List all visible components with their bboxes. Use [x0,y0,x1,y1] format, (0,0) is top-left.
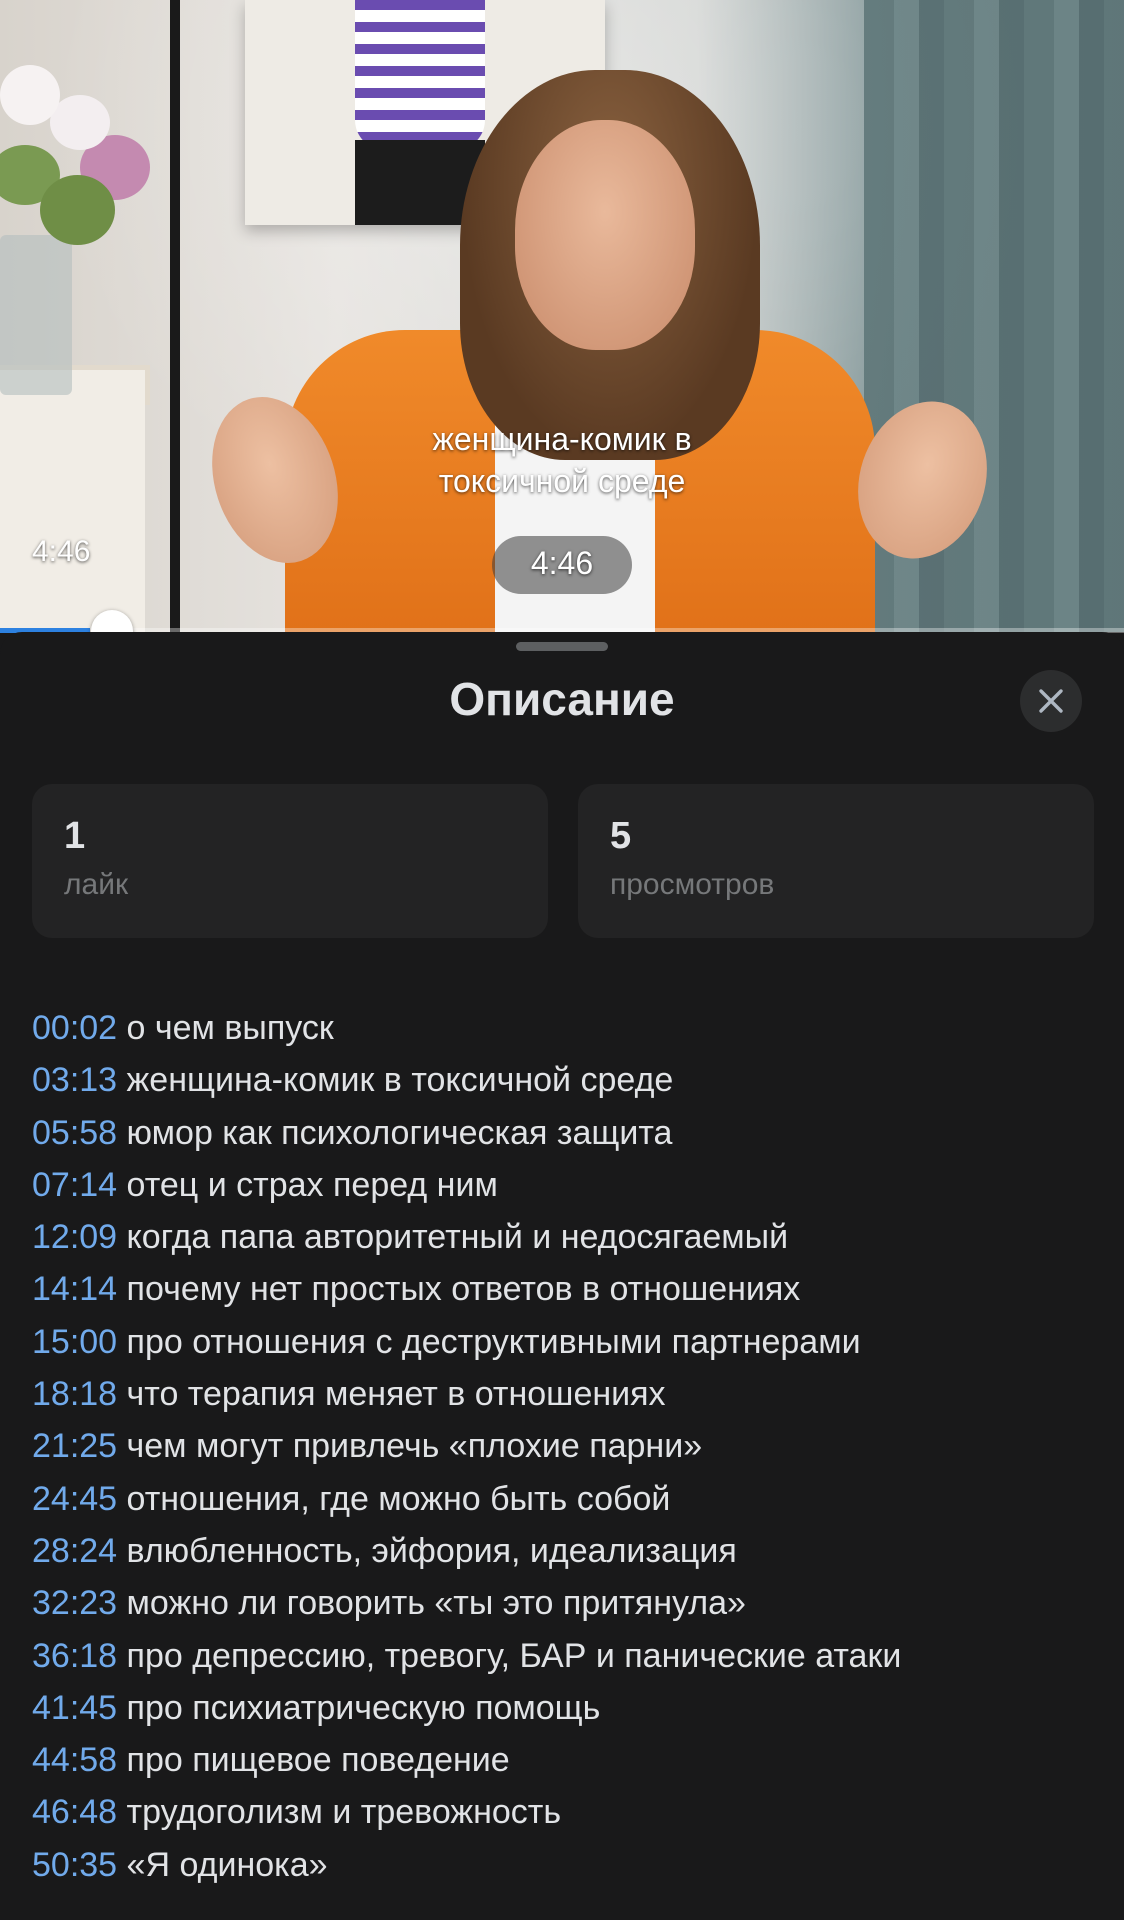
chapter-title: про психиатрическую помощь [126,1688,601,1727]
description-sheet: Описание 1 лайк 5 просмотров 00:02 о чем… [0,632,1124,1920]
chapter-overlay-line: токсичной среде [438,463,686,499]
views-count: 5 [610,815,632,857]
chapter-item: 03:13 женщина-комик в токсичной среде [32,1054,1102,1106]
chapter-item: 18:18 что терапия меняет в отношениях [32,1368,1102,1420]
chapter-title: отношения, где можно быть собой [126,1479,671,1518]
chapter-item: 24:45 отношения, где можно быть собой [32,1473,1102,1525]
chapter-item: 05:58 юмор как психологическая защита [32,1107,1102,1159]
chapter-timestamp-link[interactable]: 05:58 [32,1114,117,1152]
chapter-item: 21:25 чем могут привлечь «плохие парни» [32,1420,1102,1472]
chapter-item: 46:48 трудоголизм и тревожность [32,1786,1102,1838]
chapter-timestamp-link[interactable]: 50:35 [32,1846,117,1884]
chapter-timestamp-link[interactable]: 21:25 [32,1427,117,1465]
chapter-overlay-title: женщина-комик в токсичной среде [0,418,1124,502]
chapter-overlay-line: женщина-комик в [432,421,692,457]
chapter-item: 41:45 про психиатрическую помощь [32,1682,1102,1734]
video-vase [0,235,72,395]
chapter-title: что терапия меняет в отношениях [126,1375,666,1414]
chapter-item: 07:14 отец и страх перед ним [32,1159,1102,1211]
chapters-list: 00:02 о чем выпуск 03:13 женщина-комик в… [32,1002,1102,1891]
chapter-timestamp-link[interactable]: 03:13 [32,1061,117,1099]
chapter-title: почему нет простых ответов в отношениях [126,1270,801,1309]
chapter-timestamp-link[interactable]: 28:24 [32,1532,117,1570]
chapter-title: женщина-комик в токсичной среде [126,1061,674,1100]
current-time-label: 4:46 [32,535,91,568]
chapter-timestamp-link[interactable]: 44:58 [32,1741,117,1779]
chapter-item: 36:18 про депрессию, тревогу, БАР и пани… [32,1630,1102,1682]
chapter-timestamp-link[interactable]: 14:14 [32,1270,117,1308]
chapter-item: 14:14 почему нет простых ответов в отнош… [32,1263,1102,1315]
chapter-title: можно ли говорить «ты это притянула» [126,1584,746,1623]
chapter-title: трудоголизм и тревожность [126,1793,562,1832]
chapter-timestamp-link[interactable]: 12:09 [32,1218,117,1256]
sheet-title: Описание [449,673,675,725]
chapter-title: чем могут привлечь «плохие парни» [126,1427,703,1466]
chapter-timestamp-link[interactable]: 24:45 [32,1480,117,1518]
chapter-item: 28:24 влюбленность, эйфория, идеализация [32,1525,1102,1577]
chapter-timestamp-link[interactable]: 15:00 [32,1323,117,1361]
chapter-item: 15:00 про отношения с деструктивными пар… [32,1316,1102,1368]
video-person-face [515,120,695,350]
chapter-title: влюбленность, эйфория, идеализация [126,1531,737,1570]
chapter-title: про пищевое поведение [126,1741,510,1780]
close-icon [1039,689,1063,713]
chapter-title: про депрессию, тревогу, БАР и панические… [126,1636,902,1675]
chapter-timestamp-link[interactable]: 18:18 [32,1375,117,1413]
views-stat-card: 5 просмотров [578,784,1094,938]
chapter-item: 44:58 про пищевое поведение [32,1734,1102,1786]
chapter-timestamp-link[interactable]: 46:48 [32,1793,117,1831]
chapter-title: отец и страх перед ним [126,1165,498,1204]
likes-stat-card: 1 лайк [32,784,548,938]
video-flowers [0,55,160,255]
chapter-item: 12:09 когда папа авторитетный и недосяга… [32,1211,1102,1263]
likes-count: 1 [64,815,86,857]
poster-striped-shirt [355,0,485,150]
chapter-item: 00:02 о чем выпуск [32,1002,1102,1054]
chapter-timestamp-link[interactable]: 00:02 [32,1009,117,1047]
chapter-title: про отношения с деструктивными партнерам… [126,1322,861,1361]
views-label: просмотров [610,868,775,901]
chapter-item: 32:23 можно ли говорить «ты это притянул… [32,1577,1102,1629]
video-player[interactable]: женщина-комик в токсичной среде 4:46 4:4… [0,0,1124,632]
chapter-timestamp-link[interactable]: 41:45 [32,1689,117,1727]
stats-row: 1 лайк 5 просмотров [32,784,1094,938]
chapter-timestamp-link[interactable]: 07:14 [32,1166,117,1204]
chapter-timestamp-link[interactable]: 32:23 [32,1584,117,1622]
chapter-item: 50:35 «Я одинока» [32,1839,1102,1891]
video-light-stand [170,0,180,632]
chapter-title: «Я одинока» [126,1845,328,1884]
seek-time-label: 4:46 [530,545,594,581]
sheet-grabber-handle[interactable] [516,642,608,651]
chapter-title: о чем выпуск [126,1009,334,1047]
chapter-title: юмор как психологическая защита [126,1113,673,1152]
chapter-title: когда папа авторитетный и недосягаемый [126,1218,789,1257]
chapter-timestamp-link[interactable]: 36:18 [32,1637,117,1675]
likes-label: лайк [64,868,129,901]
close-button[interactable] [1020,670,1082,732]
